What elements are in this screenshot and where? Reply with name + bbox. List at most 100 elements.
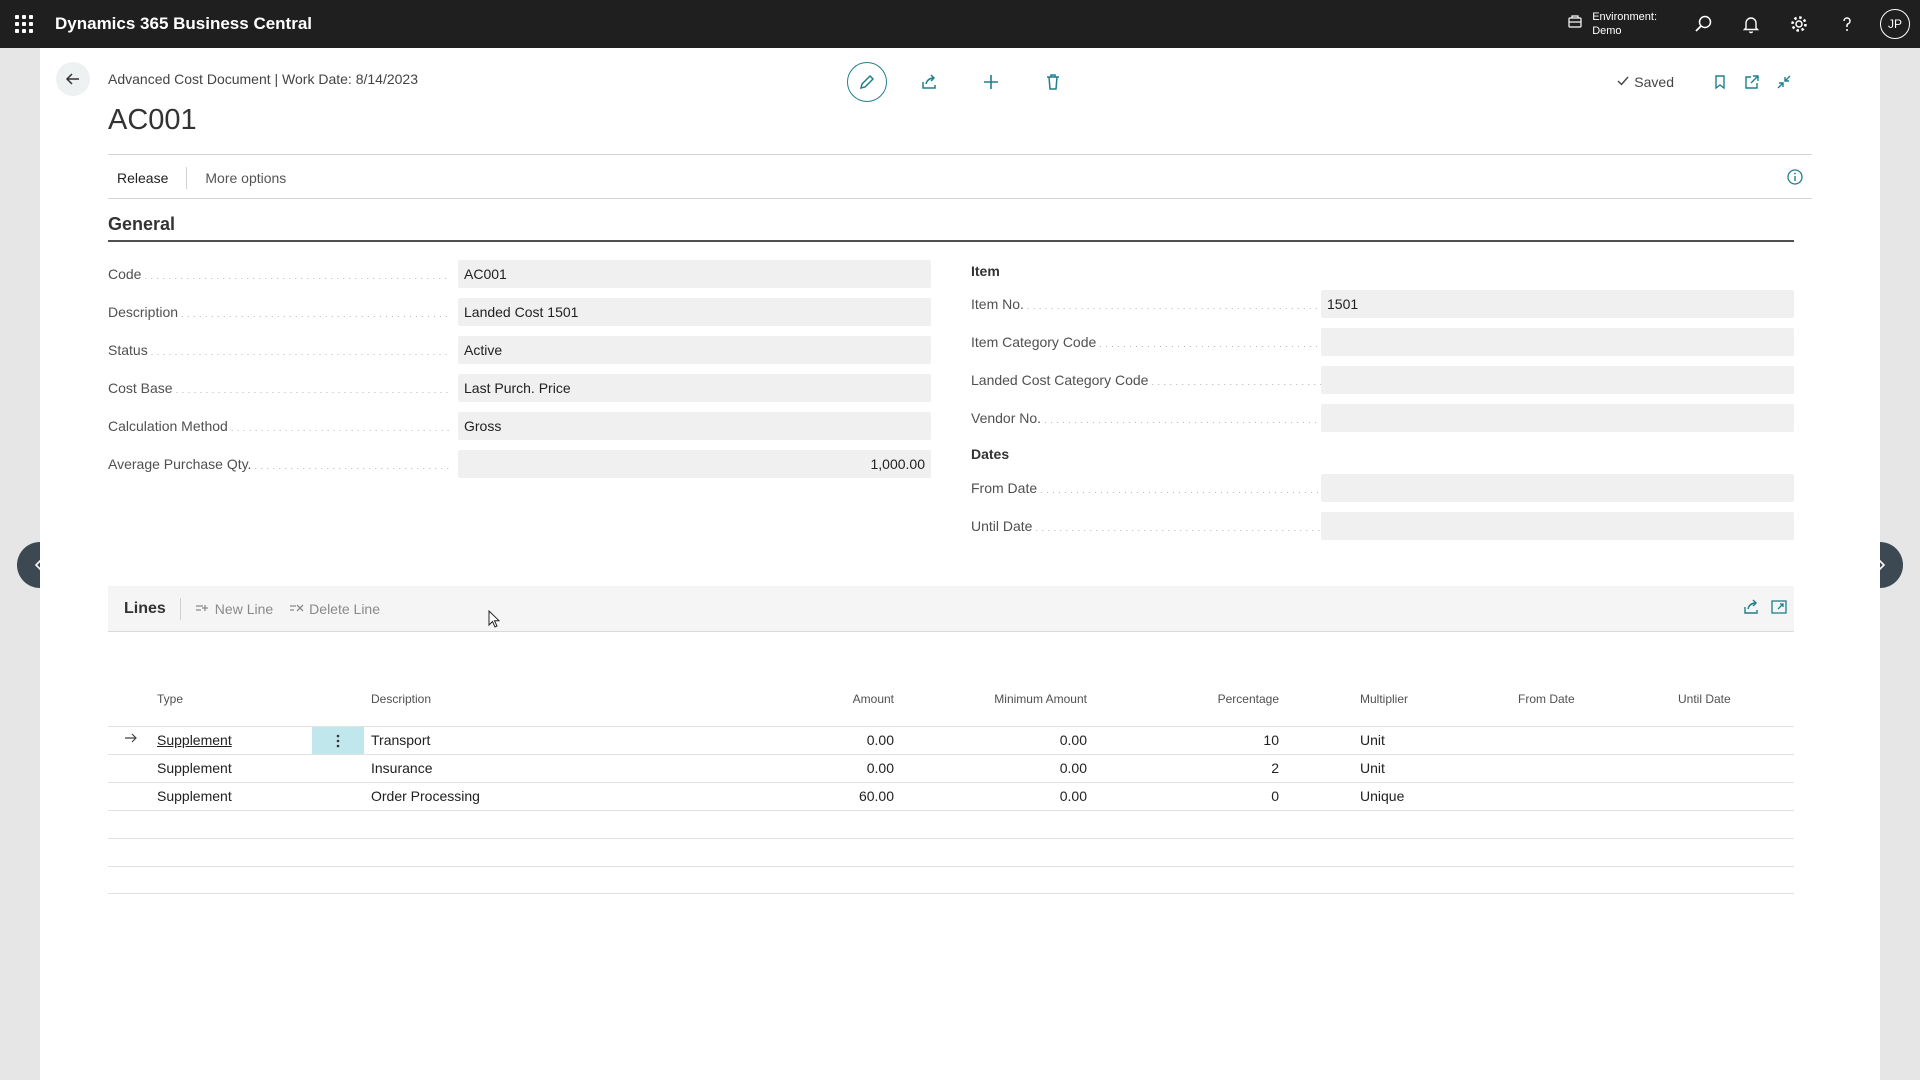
- row-amount[interactable]: 0.00: [728, 732, 894, 748]
- code-label: Code: [108, 266, 450, 282]
- until-date-field: Until Date: [971, 512, 1321, 540]
- open-new-window-icon[interactable]: [1736, 66, 1768, 98]
- table-row[interactable]: Supplement Order Processing 60.00 0.00 0…: [108, 782, 1794, 810]
- row-percentage[interactable]: 10: [1108, 732, 1279, 748]
- bell-icon[interactable]: [1727, 0, 1775, 48]
- expand-icon[interactable]: [1770, 598, 1788, 621]
- table-row[interactable]: Supplement Insurance 0.00 0.00 2 Unit: [108, 754, 1794, 782]
- col-header-multiplier[interactable]: Multiplier: [1360, 692, 1408, 706]
- action-divider: [186, 167, 188, 189]
- app-launcher-icon[interactable]: [0, 0, 48, 48]
- gear-icon[interactable]: [1775, 0, 1823, 48]
- row-minimum-amount[interactable]: 0.00: [908, 732, 1087, 748]
- dates-section-title: Dates: [971, 446, 1010, 462]
- document-page: Advanced Cost Document | Work Date: 8/14…: [40, 48, 1880, 1080]
- until-date-input[interactable]: [1321, 512, 1794, 540]
- new-line-button[interactable]: New Line: [195, 601, 273, 617]
- delete-button[interactable]: [1033, 62, 1073, 102]
- delete-line-label: Delete Line: [309, 600, 380, 617]
- more-options-action[interactable]: More options: [196, 170, 295, 186]
- empty-row[interactable]: [108, 866, 1794, 894]
- lines-toolbar: Lines New Line Delete Line: [108, 586, 1794, 632]
- row-description[interactable]: Transport: [371, 732, 430, 748]
- share-icon: [922, 74, 936, 89]
- help-icon[interactable]: [1823, 0, 1871, 48]
- row-amount[interactable]: 0.00: [728, 760, 894, 776]
- cost-base-label: Cost Base: [108, 380, 450, 396]
- arrow-left-icon: [65, 73, 79, 85]
- col-header-until-date[interactable]: Until Date: [1678, 692, 1731, 706]
- share-icon[interactable]: [1742, 598, 1760, 621]
- calculation-method-select[interactable]: Gross: [458, 412, 931, 440]
- average-purchase-qty-input[interactable]: 1,000.00: [458, 450, 931, 478]
- release-action[interactable]: Release: [108, 170, 177, 186]
- empty-row[interactable]: [108, 838, 1794, 866]
- general-group-title[interactable]: General: [108, 214, 175, 235]
- row-percentage[interactable]: 0: [1108, 788, 1279, 804]
- lines-divider: [179, 597, 181, 620]
- col-header-amount[interactable]: Amount: [728, 692, 894, 706]
- col-header-percentage[interactable]: Percentage: [1108, 692, 1279, 706]
- col-header-type[interactable]: Type: [157, 692, 183, 706]
- col-header-from-date[interactable]: From Date: [1518, 692, 1575, 706]
- app-title[interactable]: Dynamics 365 Business Central: [55, 14, 312, 34]
- status-select[interactable]: Active: [458, 336, 931, 364]
- col-header-description[interactable]: Description: [371, 692, 431, 706]
- row-description[interactable]: Insurance: [371, 760, 432, 776]
- collapse-icon[interactable]: [1768, 66, 1800, 98]
- info-icon[interactable]: [1786, 168, 1804, 189]
- col-header-minimum-amount[interactable]: Minimum Amount: [908, 692, 1087, 706]
- user-avatar[interactable]: JP: [1880, 9, 1910, 39]
- header-divider: [108, 154, 1812, 155]
- table-row[interactable]: Supplement Transport 0.00 0.00 10 Unit: [108, 726, 1794, 754]
- item-category-code-input[interactable]: [1321, 328, 1794, 356]
- general-group-underline: [108, 240, 1794, 242]
- page-title: AC001: [108, 104, 197, 136]
- from-date-label: From Date: [971, 480, 1321, 496]
- until-date-label: Until Date: [971, 518, 1321, 534]
- description-label: Description: [108, 304, 450, 320]
- environment-indicator[interactable]: Environment: Demo: [1566, 10, 1657, 38]
- lines-title[interactable]: Lines: [124, 600, 166, 618]
- back-button[interactable]: [56, 62, 90, 96]
- row-multiplier[interactable]: Unit: [1360, 732, 1385, 748]
- search-icon[interactable]: [1679, 0, 1727, 48]
- share-button[interactable]: [909, 62, 949, 102]
- row-type[interactable]: Supplement: [157, 760, 232, 776]
- breadcrumb: Advanced Cost Document | Work Date: 8/14…: [108, 71, 418, 87]
- more-vertical-icon[interactable]: [312, 727, 364, 754]
- description-input[interactable]: Landed Cost 1501: [458, 298, 931, 326]
- cost-base-select[interactable]: Last Purch. Price: [458, 374, 931, 402]
- row-type[interactable]: Supplement: [157, 732, 232, 748]
- vendor-no-input[interactable]: [1321, 404, 1794, 432]
- delete-line-button[interactable]: Delete Line: [289, 601, 380, 617]
- from-date-input[interactable]: [1321, 474, 1794, 502]
- row-multiplier[interactable]: Unit: [1360, 760, 1385, 776]
- arrow-right-icon: [124, 731, 138, 748]
- new-button[interactable]: [971, 62, 1011, 102]
- trash-icon: [1047, 74, 1059, 90]
- edit-button[interactable]: [847, 62, 887, 102]
- new-line-label: New Line: [214, 600, 274, 617]
- row-multiplier[interactable]: Unique: [1360, 788, 1404, 804]
- from-date-field: From Date: [971, 474, 1321, 502]
- row-minimum-amount[interactable]: 0.00: [908, 788, 1087, 804]
- environment-icon: [1566, 13, 1584, 35]
- bookmark-icon[interactable]: [1704, 66, 1736, 98]
- code-input[interactable]: AC001: [458, 260, 931, 288]
- landed-cost-category-code-label: Landed Cost Category Code: [971, 372, 1321, 388]
- landed-cost-category-code-field: Landed Cost Category Code: [971, 366, 1321, 394]
- row-minimum-amount[interactable]: 0.00: [908, 760, 1087, 776]
- landed-cost-category-code-input[interactable]: [1321, 366, 1794, 394]
- row-percentage[interactable]: 2: [1108, 760, 1279, 776]
- environment-value: Demo: [1592, 25, 1622, 37]
- delete-line-icon: [290, 604, 304, 611]
- item-no-input[interactable]: 1501: [1321, 290, 1794, 318]
- average-purchase-qty-label: Average Purchase Qty.: [108, 456, 450, 472]
- row-description[interactable]: Order Processing: [371, 788, 480, 804]
- item-no-label: Item No.: [971, 296, 1321, 312]
- vendor-no-field: Vendor No.: [971, 404, 1321, 432]
- row-amount[interactable]: 60.00: [728, 788, 894, 804]
- empty-row[interactable]: [108, 810, 1794, 838]
- row-type[interactable]: Supplement: [157, 788, 232, 804]
